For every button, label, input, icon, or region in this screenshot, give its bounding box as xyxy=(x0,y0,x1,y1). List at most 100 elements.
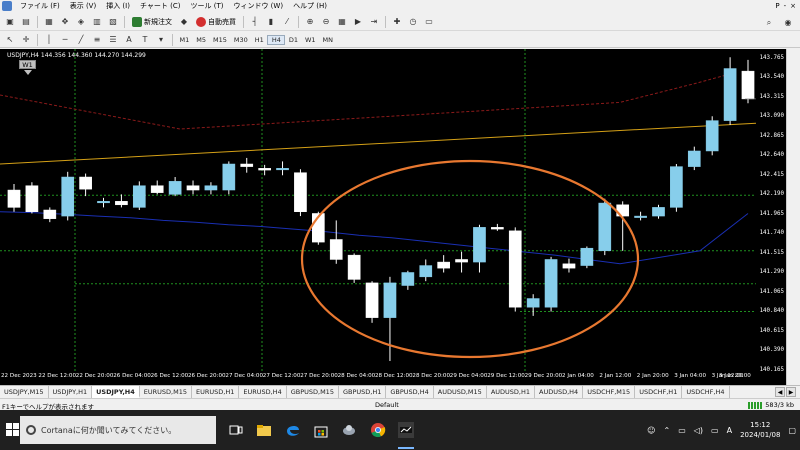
tester-icon[interactable]: ▧ xyxy=(107,15,120,28)
new-order-button[interactable]: 新規注文 xyxy=(128,15,176,29)
zoom-out-icon[interactable]: ⊖ xyxy=(320,15,333,28)
arrow-dropdown-icon[interactable]: ▾ xyxy=(155,33,168,46)
menu-item[interactable]: ヘルプ (H) xyxy=(288,0,332,12)
line-chart-icon[interactable]: ⁄ xyxy=(281,15,294,28)
window-control[interactable]: - xyxy=(784,0,787,12)
chart-tab[interactable]: EURUSD,H4 xyxy=(239,386,287,398)
label-icon[interactable]: T xyxy=(139,33,152,46)
zoom-in-icon[interactable]: ⊕ xyxy=(304,15,317,28)
timeframe-button-m1[interactable]: M1 xyxy=(176,36,193,44)
candle-body xyxy=(598,202,612,252)
timeframe-button-m5[interactable]: M5 xyxy=(193,36,210,44)
navigator-icon[interactable]: ✥ xyxy=(59,15,72,28)
channel-icon[interactable]: ≡ xyxy=(91,33,104,46)
menu-item[interactable]: 表示 (V) xyxy=(65,0,101,12)
data-window-icon[interactable]: ◈ xyxy=(75,15,88,28)
chart-tab[interactable]: USDJPY,M15 xyxy=(0,386,49,398)
tab-scroll-left-icon[interactable]: ◀ xyxy=(775,387,785,397)
tray-overflow-icon[interactable]: ⌃ xyxy=(663,426,670,435)
chart-tab[interactable]: USDJPY,H4 xyxy=(92,386,140,398)
menu-bar: ファイル (F) 表示 (V) 挿入 (I) チャート (C) ツール (T) ウィンドウ… xyxy=(0,0,800,12)
chart-tab[interactable]: USDCHF,H4 xyxy=(682,386,730,398)
chart-tab[interactable]: GBPUSD,H4 xyxy=(386,386,434,398)
menu-item[interactable]: ツール (T) xyxy=(185,0,228,12)
metaeditor-icon[interactable]: ◆ xyxy=(178,15,191,28)
auto-trade-button[interactable]: 自動売買 xyxy=(192,15,240,29)
network-icon[interactable]: ▭ xyxy=(678,426,686,435)
profiles-icon[interactable]: ▤ xyxy=(20,15,33,28)
time-axis[interactable]: 22 Dec 2023 22 Dec 12:00 22 Dec 20:00 26 De… xyxy=(0,371,786,385)
text-icon[interactable]: A xyxy=(123,33,136,46)
timeframe-button-m30[interactable]: M30 xyxy=(230,36,251,44)
timeframe-button-h1[interactable]: H1 xyxy=(251,36,267,44)
chrome-icon[interactable] xyxy=(370,422,386,438)
cortana-search-box[interactable]: Cortanaに何か聞いてみてください。 xyxy=(20,416,216,444)
periods-icon[interactable]: ◷ xyxy=(407,15,420,28)
chart-shift-icon[interactable]: ⇥ xyxy=(368,15,381,28)
tab-scroll-right-icon[interactable]: ▶ xyxy=(786,387,796,397)
profile-name[interactable]: Default xyxy=(375,401,399,409)
chart-tab[interactable]: AUDUSD,H4 xyxy=(535,386,584,398)
window-control[interactable]: × xyxy=(790,0,796,12)
chart-tab[interactable]: USDCHF,H1 xyxy=(635,386,683,398)
timeframe-badge-arrow xyxy=(24,70,32,75)
fibonacci-icon[interactable]: ☰ xyxy=(107,33,120,46)
price-chart[interactable] xyxy=(0,49,786,385)
chart-tab[interactable]: GBPUSD,M15 xyxy=(287,386,339,398)
timeframe-button-h4[interactable]: H4 xyxy=(267,34,286,45)
menu-item[interactable]: ウィンドウ (W) xyxy=(228,0,288,12)
community-icon[interactable]: ◉ xyxy=(782,16,795,29)
metatrader-taskbar-icon[interactable] xyxy=(398,422,414,438)
timeframe-button-mn[interactable]: MN xyxy=(319,36,336,44)
timeframe-badge[interactable]: W1 xyxy=(19,60,36,69)
notification-icon[interactable]: ▢ xyxy=(788,426,796,435)
store-icon[interactable] xyxy=(313,422,329,438)
chart-tab[interactable]: AUDUSD,M15 xyxy=(434,386,487,398)
trendline-icon[interactable]: ╱ xyxy=(75,33,88,46)
chart-window[interactable]: USDJPY,H4 144.356 144.360 144.270 144.29… xyxy=(0,49,786,385)
ime-indicator[interactable]: A xyxy=(727,426,732,435)
indicators-icon[interactable]: ✚ xyxy=(391,15,404,28)
market-watch-icon[interactable]: ▦ xyxy=(43,15,56,28)
chart-tab[interactable]: USDJPY,H1 xyxy=(49,386,93,398)
timeframe-button-m15[interactable]: M15 xyxy=(210,36,231,44)
terminal-icon[interactable]: ▥ xyxy=(91,15,104,28)
connection-status[interactable]: 583/3 kb xyxy=(748,401,794,409)
chart-tab[interactable]: EURUSD,H1 xyxy=(192,386,240,398)
vertical-line-icon[interactable]: │ xyxy=(43,33,56,46)
battery-icon[interactable]: ▭ xyxy=(711,426,719,435)
chart-tab[interactable]: USDCHF,M15 xyxy=(583,386,636,398)
candle-body xyxy=(473,227,486,263)
timeframe-button-d1[interactable]: D1 xyxy=(285,36,301,44)
taskbar-clock[interactable]: 15:12 2024/01/08 xyxy=(740,420,780,440)
tile-icon[interactable]: ▦ xyxy=(336,15,349,28)
cursor-icon[interactable]: ↖ xyxy=(4,33,17,46)
menu-item[interactable]: 挿入 (I) xyxy=(101,0,135,12)
task-view-icon[interactable] xyxy=(228,422,244,438)
candle-body xyxy=(687,150,701,167)
price-axis[interactable]: 143.765 143.540 143.315 143.090 142.865 142.6… xyxy=(754,49,784,373)
bar-chart-icon[interactable]: ┤ xyxy=(249,15,262,28)
window-control[interactable]: P xyxy=(775,0,779,12)
file-explorer-icon[interactable] xyxy=(256,422,272,438)
vertical-scrollbar[interactable] xyxy=(786,49,800,385)
horizontal-line-icon[interactable]: ─ xyxy=(59,33,72,46)
new-chart-icon[interactable]: ▣ xyxy=(4,15,17,28)
menu-item[interactable]: チャート (C) xyxy=(135,0,186,12)
crosshair-icon[interactable]: ✛ xyxy=(20,33,33,46)
timeframe-button-w1[interactable]: W1 xyxy=(301,36,319,44)
people-icon[interactable]: ☺ xyxy=(647,426,655,435)
edge-icon[interactable] xyxy=(285,422,301,438)
templates-icon[interactable]: ▭ xyxy=(423,15,436,28)
toolbar-separator xyxy=(37,33,38,46)
chart-tab[interactable]: EURUSD,M15 xyxy=(140,386,192,398)
search-icon[interactable]: ⌕ xyxy=(763,16,776,29)
volume-icon[interactable]: ◁) xyxy=(694,426,703,435)
chart-tab[interactable]: AUDUSD,H1 xyxy=(487,386,535,398)
app-icon-shell[interactable] xyxy=(341,422,357,438)
chart-tab[interactable]: GBPUSD,H1 xyxy=(339,386,387,398)
candles-icon[interactable]: ▮ xyxy=(265,15,278,28)
windows-start-icon[interactable] xyxy=(6,423,20,437)
autoscroll-icon[interactable]: ▶ xyxy=(352,15,365,28)
menu-item[interactable]: ファイル (F) xyxy=(15,0,65,12)
